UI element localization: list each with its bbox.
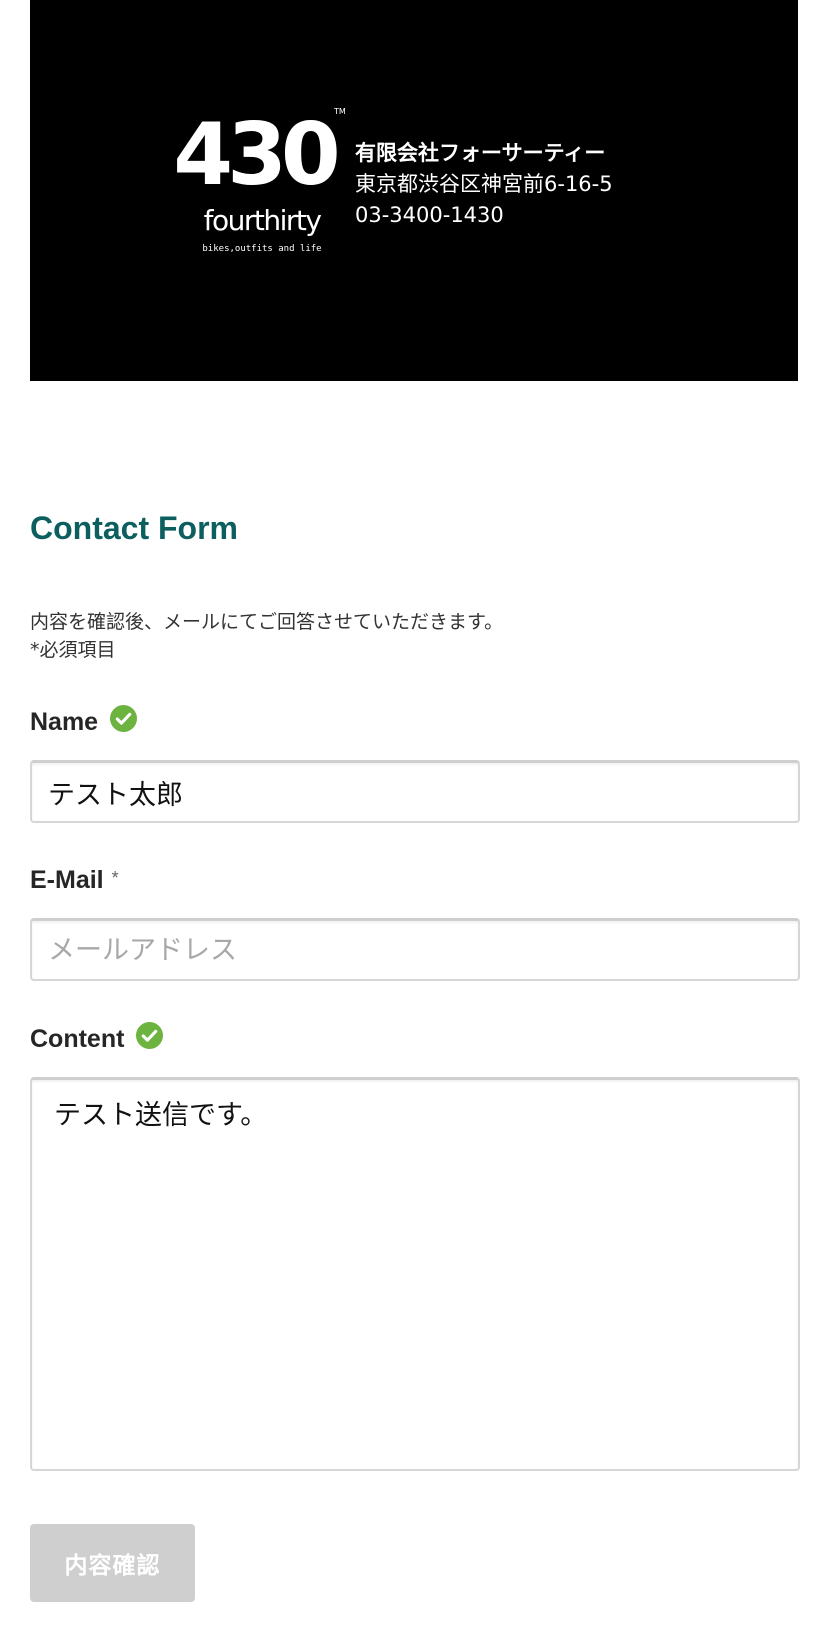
svg-text:bikes,outfits and life: bikes,outfits and life xyxy=(202,244,321,254)
fourthirty-logo: 430 TM fourthirty bikes,outfits and life xyxy=(173,106,346,254)
email-label: E-Mail xyxy=(30,866,104,894)
content-label-row: Content xyxy=(30,1022,164,1054)
email-label-row: E-Mail * xyxy=(30,866,119,895)
content-label: Content xyxy=(30,1025,125,1053)
company-name: 有限会社フォーサーティー xyxy=(355,141,606,165)
form-title: Contact Form xyxy=(30,510,238,546)
name-label: Name xyxy=(30,708,99,736)
form-intro: 内容を確認後、メールにてご回答させていただきます。 *必須項目 xyxy=(30,608,503,664)
required-asterisk: * xyxy=(111,868,119,888)
name-label-row: Name xyxy=(30,705,138,737)
header-banner: 430 TM fourthirty bikes,outfits and life… xyxy=(30,0,798,381)
email-input[interactable] xyxy=(30,918,800,981)
svg-text:TM: TM xyxy=(333,107,346,116)
company-info: 有限会社フォーサーティー 東京都渋谷区神宮前6-16-5 03-3400-143… xyxy=(355,138,613,231)
svg-text:fourthirty: fourthirty xyxy=(204,204,322,237)
company-phone: 03-3400-1430 xyxy=(355,203,504,227)
svg-text:430: 430 xyxy=(173,106,337,205)
name-input[interactable] xyxy=(30,760,800,823)
content-textarea[interactable]: テスト送信です。 xyxy=(30,1077,800,1471)
required-note: *必須項目 xyxy=(30,639,116,661)
check-circle-icon xyxy=(136,1022,164,1049)
confirm-button[interactable]: 内容確認 xyxy=(30,1524,195,1602)
company-address: 東京都渋谷区神宮前6-16-5 xyxy=(355,172,613,196)
intro-text: 内容を確認後、メールにてご回答させていただきます。 xyxy=(30,611,504,633)
check-circle-icon xyxy=(110,705,138,732)
